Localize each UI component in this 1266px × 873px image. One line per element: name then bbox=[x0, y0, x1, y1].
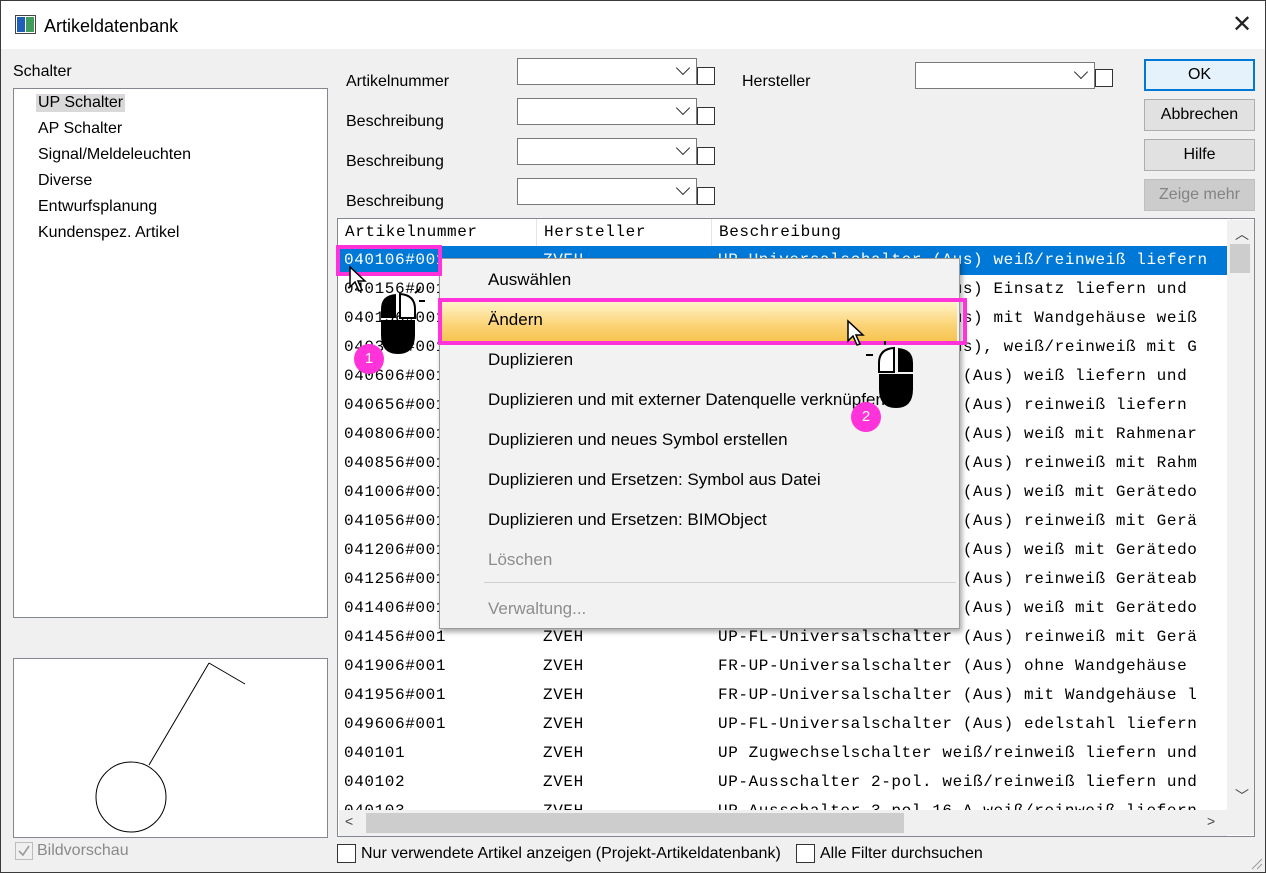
column-header-hersteller[interactable]: Hersteller bbox=[537, 219, 712, 246]
mouse-left-click-icon bbox=[866, 341, 913, 408]
beschreibung-checkbox-1[interactable] bbox=[697, 107, 715, 125]
beschreibung-combo-2[interactable] bbox=[517, 138, 697, 165]
table-row[interactable]: 040101 ZVEH UP Zugwechselschalter weiß/rei… bbox=[338, 739, 1228, 768]
check-icon bbox=[18, 845, 30, 857]
table-cell-nr: 041906#001 bbox=[344, 657, 447, 675]
preview-label: Bildvorschau bbox=[37, 842, 129, 859]
category-label: Schalter bbox=[13, 63, 72, 80]
chevron-down-icon bbox=[675, 60, 691, 76]
vertical-scroll-thumb[interactable] bbox=[1230, 244, 1250, 273]
cancel-button[interactable]: Abbrechen bbox=[1144, 99, 1255, 131]
column-header-artikelnummer[interactable]: Artikelnummer bbox=[338, 219, 537, 246]
all-filters-label: Alle Filter durchsuchen bbox=[820, 845, 983, 862]
category-tree: UP Schalter AP Schalter Signal/Meldeleuc… bbox=[13, 88, 328, 618]
table-cell-nr: 041956#001 bbox=[344, 686, 447, 704]
preview-checkbox[interactable] bbox=[15, 842, 33, 860]
menu-item-ersetzen-symbol-datei[interactable]: Duplizieren und Ersetzen: Symbol aus Dat… bbox=[488, 470, 821, 490]
menu-item-loeschen[interactable]: Löschen bbox=[488, 550, 552, 570]
switch-symbol-image bbox=[95, 662, 246, 833]
table-cell-hersteller: ZVEH bbox=[543, 773, 584, 791]
table-cell-nr: 049606#001 bbox=[344, 715, 447, 733]
pointer-cursor-icon bbox=[349, 265, 367, 292]
used-only-checkbox[interactable] bbox=[337, 844, 356, 863]
tree-item-diverse[interactable]: Diverse bbox=[38, 172, 92, 190]
mouse-right-click-icon bbox=[381, 288, 425, 354]
vertical-scrollbar[interactable]: ︿ ﹀ bbox=[1227, 220, 1254, 835]
menu-separator bbox=[484, 582, 956, 583]
table-cell-hersteller: ZVEH bbox=[543, 715, 584, 733]
table-cell-beschreibung: UP Zugwechselschalter weiß/reinweiß lief… bbox=[718, 744, 1198, 762]
table-cell-nr: 040102 bbox=[344, 773, 406, 791]
app-icon bbox=[15, 15, 36, 34]
table-cell-beschreibung: UP-Ausschalter 2-pol. weiß/reinweiß lief… bbox=[718, 773, 1198, 791]
artikeldatenbank-window: Artikeldatenbank ✕ Schalter UP Schalter … bbox=[0, 0, 1266, 873]
artikelnummer-filter-label: Artikelnummer bbox=[346, 73, 450, 90]
beschreibung-filter-label-2: Beschreibung bbox=[346, 153, 444, 170]
title-bar: Artikeldatenbank ✕ bbox=[1, 1, 1265, 49]
table-row[interactable]: 041956#001 ZVEH FR-UP-Universalschalter (A… bbox=[338, 681, 1228, 710]
chevron-down-icon bbox=[675, 100, 691, 116]
resize-grip-icon[interactable] bbox=[1249, 856, 1263, 870]
table-cell-beschreibung: FR-UP-Universalschalter (Aus) ohne Wandg… bbox=[718, 657, 1188, 675]
beschreibung-filter-label-1: Beschreibung bbox=[346, 113, 444, 130]
scroll-left-icon[interactable]: < bbox=[345, 813, 353, 829]
beschreibung-checkbox-2[interactable] bbox=[697, 147, 715, 165]
menu-item-verwaltung[interactable]: Verwaltung... bbox=[488, 599, 586, 619]
scroll-down-icon[interactable]: ﹀ bbox=[1235, 786, 1249, 806]
chevron-down-icon bbox=[1073, 64, 1089, 80]
scroll-up-icon[interactable]: ︿ bbox=[1235, 224, 1249, 244]
table-row[interactable]: 040102 ZVEH UP-Ausschalter 2-pol. weiß/rei… bbox=[338, 768, 1228, 797]
chevron-down-icon bbox=[675, 140, 691, 156]
ok-button[interactable]: OK bbox=[1144, 59, 1255, 91]
table-row[interactable]: 049606#001 ZVEH UP-FL-Universalschalter (A… bbox=[338, 710, 1228, 739]
step-badge-2: 2 bbox=[851, 402, 881, 432]
hersteller-checkbox[interactable] bbox=[1095, 69, 1113, 87]
beschreibung-combo-1[interactable] bbox=[517, 98, 697, 125]
step-badge-1: 1 bbox=[354, 344, 384, 374]
table-row[interactable]: 041906#001 ZVEH FR-UP-Universalschalter (A… bbox=[338, 652, 1228, 681]
table-cell-beschreibung: FR-UP-Universalschalter (Aus) mit Wandge… bbox=[718, 686, 1198, 704]
chevron-down-icon bbox=[675, 180, 691, 196]
close-icon[interactable]: ✕ bbox=[1227, 11, 1257, 41]
beschreibung-filter-label-3: Beschreibung bbox=[346, 193, 444, 210]
highlight-box-aendern bbox=[438, 298, 967, 345]
show-more-button[interactable]: Zeige mehr bbox=[1144, 179, 1255, 211]
table-cell-hersteller: ZVEH bbox=[543, 686, 584, 704]
table-cell-beschreibung: UP-FL-Universalschalter (Aus) edelstahl … bbox=[718, 715, 1198, 733]
window-title: Artikeldatenbank bbox=[44, 16, 179, 36]
horizontal-scroll-thumb[interactable] bbox=[366, 813, 904, 833]
beschreibung-checkbox-3[interactable] bbox=[697, 187, 715, 205]
artikelnummer-combo[interactable] bbox=[517, 58, 697, 85]
tree-item-signal-meldeleuchten[interactable]: Signal/Meldeleuchten bbox=[38, 146, 191, 164]
scroll-right-icon[interactable]: > bbox=[1207, 813, 1215, 829]
menu-item-ersetzen-bimobject[interactable]: Duplizieren und Ersetzen: BIMObject bbox=[488, 510, 767, 530]
column-header-beschreibung[interactable]: Beschreibung bbox=[712, 219, 1232, 246]
tree-item-up-schalter[interactable]: UP Schalter bbox=[36, 94, 126, 112]
help-button[interactable]: Hilfe bbox=[1144, 139, 1255, 171]
tree-item-entwurfsplanung[interactable]: Entwurfsplanung bbox=[38, 198, 157, 216]
all-filters-checkbox[interactable] bbox=[796, 844, 815, 863]
used-only-label: Nur verwendete Artikel anzeigen (Projekt… bbox=[361, 845, 781, 862]
tree-item-ap-schalter[interactable]: AP Schalter bbox=[38, 120, 122, 138]
tree-item-kundenspez-artikel[interactable]: Kundenspez. Artikel bbox=[38, 224, 179, 242]
hersteller-filter-label: Hersteller bbox=[742, 73, 811, 90]
artikelnummer-checkbox[interactable] bbox=[697, 67, 715, 85]
symbol-preview bbox=[13, 658, 328, 838]
horizontal-scrollbar[interactable]: < > bbox=[339, 810, 1227, 836]
hersteller-combo[interactable] bbox=[915, 62, 1095, 89]
table-cell-hersteller: ZVEH bbox=[543, 657, 584, 675]
menu-item-auswaehlen[interactable]: Auswählen bbox=[488, 270, 571, 290]
menu-item-duplizieren-neues-symbol[interactable]: Duplizieren und neues Symbol erstellen bbox=[488, 430, 788, 450]
menu-item-duplizieren[interactable]: Duplizieren bbox=[488, 350, 573, 370]
table-cell-hersteller: ZVEH bbox=[543, 744, 584, 762]
table-cell-nr: 040101 bbox=[344, 744, 406, 762]
beschreibung-combo-3[interactable] bbox=[517, 178, 697, 205]
